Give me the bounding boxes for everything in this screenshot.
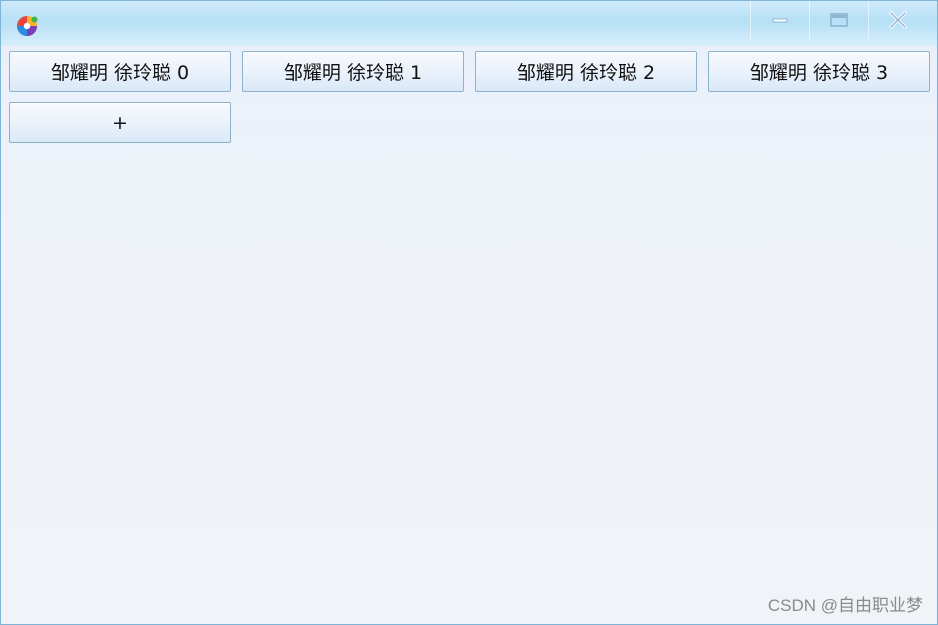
content-area: 邹耀明 徐玲聪 0 邹耀明 徐玲聪 1 邹耀明 徐玲聪 2 邹耀明 徐玲聪 3 … bbox=[1, 46, 937, 624]
maximize-icon bbox=[829, 13, 848, 27]
person-button-0[interactable]: 邹耀明 徐玲聪 0 bbox=[9, 51, 231, 92]
watermark-text: CSDN @自由职业梦 bbox=[767, 596, 923, 615]
title-bar[interactable] bbox=[1, 1, 937, 46]
close-icon bbox=[888, 11, 907, 29]
person-button-2[interactable]: 邹耀明 徐玲聪 2 bbox=[475, 51, 697, 92]
minimize-button[interactable] bbox=[750, 1, 808, 39]
minimize-icon bbox=[772, 18, 787, 23]
app-icon bbox=[17, 16, 38, 36]
add-button[interactable]: + bbox=[9, 102, 231, 143]
close-button[interactable] bbox=[868, 1, 926, 39]
maximize-button[interactable] bbox=[809, 1, 867, 39]
app-window: 邹耀明 徐玲聪 0 邹耀明 徐玲聪 1 邹耀明 徐玲聪 2 邹耀明 徐玲聪 3 … bbox=[0, 0, 938, 625]
person-button-1[interactable]: 邹耀明 徐玲聪 1 bbox=[242, 51, 464, 92]
person-button-3[interactable]: 邹耀明 徐玲聪 3 bbox=[708, 51, 930, 92]
